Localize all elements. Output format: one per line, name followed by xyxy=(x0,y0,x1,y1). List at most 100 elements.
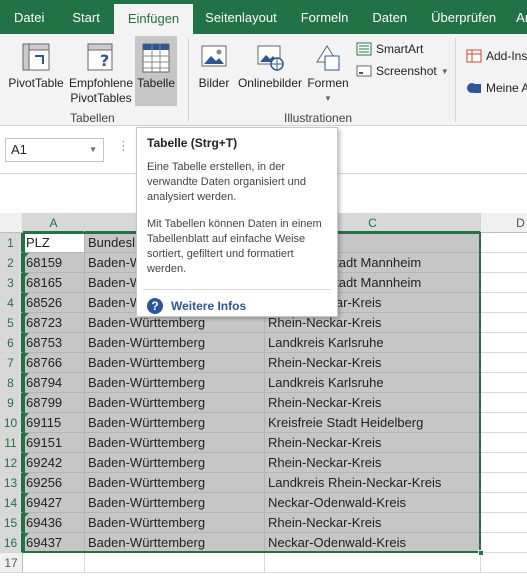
row-header[interactable]: 17 xyxy=(0,553,23,573)
tab-ansicht[interactable]: Ansi xyxy=(508,0,527,34)
cell-d-4[interactable] xyxy=(481,293,527,313)
cell-b-13[interactable]: Baden-Württemberg xyxy=(85,473,265,493)
row-header[interactable]: 7 xyxy=(0,353,23,373)
cell-a-3[interactable]: 68165 xyxy=(23,273,85,293)
row-header[interactable]: 2 xyxy=(0,253,23,273)
cell-a-17[interactable] xyxy=(23,553,85,573)
cell-d-6[interactable] xyxy=(481,333,527,353)
row-header[interactable]: 1 xyxy=(0,233,23,253)
cell-c-17[interactable] xyxy=(265,553,481,573)
cell-d-9[interactable] xyxy=(481,393,527,413)
cell-d-5[interactable] xyxy=(481,313,527,333)
cell-b-12[interactable]: Baden-Württemberg xyxy=(85,453,265,473)
cell-a-8[interactable]: 68794 xyxy=(23,373,85,393)
cell-b-14[interactable]: Baden-Württemberg xyxy=(85,493,265,513)
cell-a-5[interactable]: 68723 xyxy=(23,313,85,333)
cell-b-17[interactable] xyxy=(85,553,265,573)
row-header[interactable]: 15 xyxy=(0,513,23,533)
row-header[interactable]: 10 xyxy=(0,413,23,433)
cell-a-6[interactable]: 68753 xyxy=(23,333,85,353)
cell-d-7[interactable] xyxy=(481,353,527,373)
tab-start[interactable]: Start xyxy=(58,0,113,34)
cell-c-13[interactable]: Landkreis Rhein-Neckar-Kreis xyxy=(265,473,481,493)
pivottable-button[interactable]: PivotTable xyxy=(6,42,66,91)
cell-d-13[interactable] xyxy=(481,473,527,493)
cell-d-3[interactable] xyxy=(481,273,527,293)
addins-button[interactable]: Add-Ins xyxy=(466,48,527,64)
cell-c-15[interactable]: Rhein-Neckar-Kreis xyxy=(265,513,481,533)
cell-a-2[interactable]: 68159 xyxy=(23,253,85,273)
fill-handle[interactable] xyxy=(478,550,484,556)
row-header[interactable]: 4 xyxy=(0,293,23,313)
screenshot-button[interactable]: Screenshot ▼ xyxy=(356,64,449,78)
tab-seitenlayout[interactable]: Seitenlayout xyxy=(193,0,289,34)
tab-daten[interactable]: Daten xyxy=(360,0,419,34)
cell-d-17[interactable] xyxy=(481,553,527,573)
cell-c-11[interactable]: Rhein-Neckar-Kreis xyxy=(265,433,481,453)
bilder-button[interactable]: Bilder xyxy=(196,42,232,91)
smartart-button[interactable]: SmartArt xyxy=(356,42,423,56)
tab-einfuegen[interactable]: Einfügen xyxy=(113,4,194,34)
column-header-a[interactable]: A xyxy=(23,213,85,233)
cell-d-14[interactable] xyxy=(481,493,527,513)
row-header[interactable]: 3 xyxy=(0,273,23,293)
tab-ueberpruefen[interactable]: Überprüfen xyxy=(419,0,508,34)
tab-formeln[interactable]: Formeln xyxy=(289,0,361,34)
cell-b-10[interactable]: Baden-Württemberg xyxy=(85,413,265,433)
row-header[interactable]: 6 xyxy=(0,333,23,353)
more-info-link[interactable]: ? Weitere Infos xyxy=(147,298,327,314)
row-header[interactable]: 13 xyxy=(0,473,23,493)
cell-c-7[interactable]: Rhein-Neckar-Kreis xyxy=(265,353,481,373)
cell-b-6[interactable]: Baden-Württemberg xyxy=(85,333,265,353)
cell-d-8[interactable] xyxy=(481,373,527,393)
meine-addins-button[interactable]: Meine A xyxy=(466,80,527,96)
cell-b-9[interactable]: Baden-Württemberg xyxy=(85,393,265,413)
cell-c-12[interactable]: Rhein-Neckar-Kreis xyxy=(265,453,481,473)
cell-a-7[interactable]: 68766 xyxy=(23,353,85,373)
cell-a-9[interactable]: 68799 xyxy=(23,393,85,413)
cell-b-8[interactable]: Baden-Württemberg xyxy=(85,373,265,393)
cell-b-16[interactable]: Baden-Württemberg xyxy=(85,533,265,553)
cell-d-10[interactable] xyxy=(481,413,527,433)
tab-datei[interactable]: Datei xyxy=(0,0,58,34)
row-header[interactable]: 14 xyxy=(0,493,23,513)
cell-c-6[interactable]: Landkreis Karlsruhe xyxy=(265,333,481,353)
row-header[interactable]: 11 xyxy=(0,433,23,453)
cell-c-14[interactable]: Neckar-Odenwald-Kreis xyxy=(265,493,481,513)
cell-a-10[interactable]: 69115 xyxy=(23,413,85,433)
more-options-icon[interactable]: ⋮ xyxy=(117,138,130,154)
select-all-corner[interactable] xyxy=(0,213,23,233)
cell-b-7[interactable]: Baden-Württemberg xyxy=(85,353,265,373)
row-header[interactable]: 5 xyxy=(0,313,23,333)
cell-a-11[interactable]: 69151 xyxy=(23,433,85,453)
cell-d-16[interactable] xyxy=(481,533,527,553)
row-header[interactable]: 8 xyxy=(0,373,23,393)
cell-d-2[interactable] xyxy=(481,253,527,273)
name-box[interactable]: A1 ▼ xyxy=(5,138,104,162)
row-header[interactable]: 12 xyxy=(0,453,23,473)
row-header[interactable]: 16 xyxy=(0,533,23,553)
cell-d-11[interactable] xyxy=(481,433,527,453)
cell-a-1[interactable]: PLZ xyxy=(23,233,85,253)
cell-d-1[interactable] xyxy=(481,233,527,253)
cell-c-16[interactable]: Neckar-Odenwald-Kreis xyxy=(265,533,481,553)
tabelle-button[interactable]: Tabelle xyxy=(135,36,177,106)
cell-c-9[interactable]: Rhein-Neckar-Kreis xyxy=(265,393,481,413)
column-header-d[interactable]: D xyxy=(481,213,527,233)
cell-a-4[interactable]: 68526 xyxy=(23,293,85,313)
cell-c-8[interactable]: Landkreis Karlsruhe xyxy=(265,373,481,393)
row-header[interactable]: 9 xyxy=(0,393,23,413)
cell-a-12[interactable]: 69242 xyxy=(23,453,85,473)
formen-button[interactable]: Formen ▼ xyxy=(306,42,350,106)
onlinebilder-button[interactable]: Onlinebilder xyxy=(236,42,304,91)
cell-a-13[interactable]: 69256 xyxy=(23,473,85,493)
cell-c-10[interactable]: Kreisfreie Stadt Heidelberg xyxy=(265,413,481,433)
cell-d-15[interactable] xyxy=(481,513,527,533)
cell-b-11[interactable]: Baden-Württemberg xyxy=(85,433,265,453)
cell-d-12[interactable] xyxy=(481,453,527,473)
cell-a-15[interactable]: 69436 xyxy=(23,513,85,533)
empfohlene-pivottables-button[interactable]: ? Empfohlene PivotTables xyxy=(68,42,134,106)
cell-b-15[interactable]: Baden-Württemberg xyxy=(85,513,265,533)
cell-a-16[interactable]: 69437 xyxy=(23,533,85,553)
cell-a-14[interactable]: 69427 xyxy=(23,493,85,513)
